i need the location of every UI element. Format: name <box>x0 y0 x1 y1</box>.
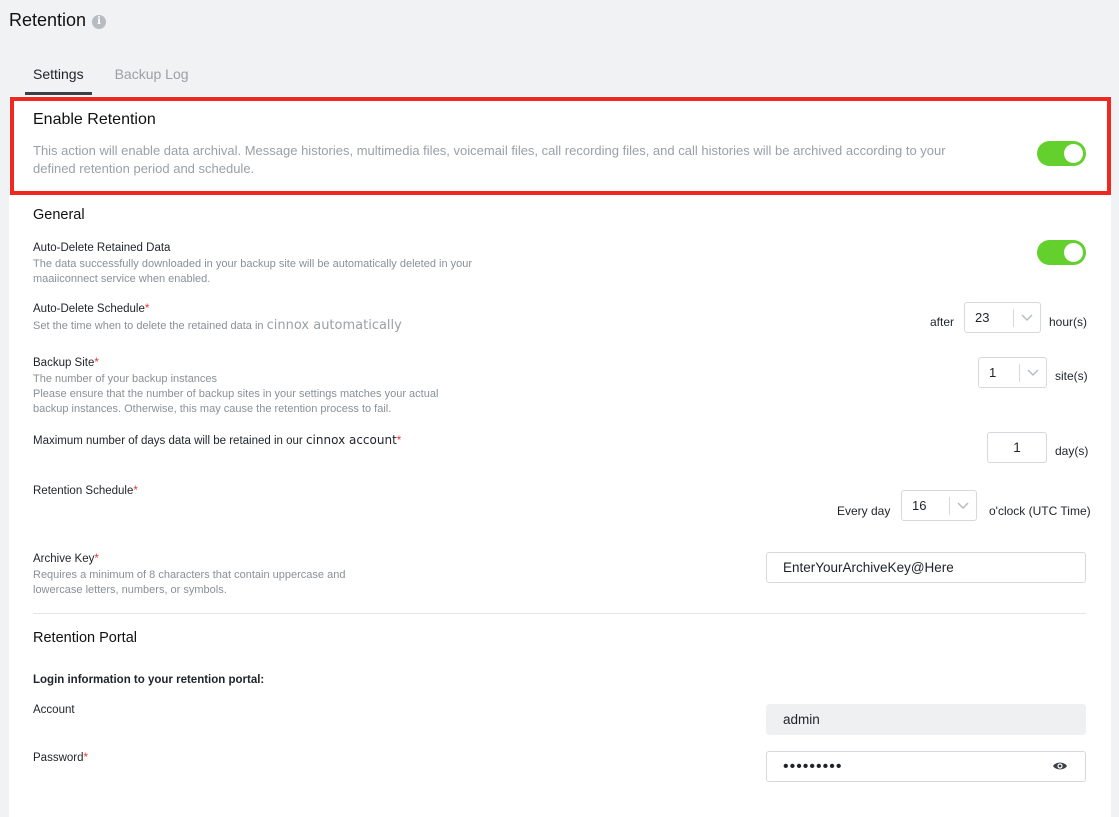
enable-retention-description: This action will enable data archival. M… <box>33 142 1013 178</box>
enable-retention-title: Enable Retention <box>33 111 156 128</box>
retention-schedule-label-text: Retention Schedule <box>33 485 134 497</box>
required-asterisk: * <box>396 435 402 447</box>
tab-bar: Settings Backup Log <box>25 64 212 95</box>
backup-site-desc-line3: backup instances. Otherwise, this may ca… <box>33 403 392 415</box>
section-divider <box>33 613 1086 614</box>
enable-retention-toggle[interactable] <box>1037 141 1086 166</box>
account-label: Account <box>33 704 75 716</box>
retention-schedule-unit: o'clock (UTC Time) <box>989 504 1091 518</box>
max-days-unit: day(s) <box>1055 444 1089 458</box>
portal-login-info: Login information to your retention port… <box>33 674 265 686</box>
chevron-down-icon <box>1014 313 1040 322</box>
required-asterisk: * <box>94 553 99 565</box>
auto-delete-hour-value: 23 <box>975 310 990 325</box>
auto-delete-schedule-label-text: Auto-Delete Schedule <box>33 303 145 315</box>
archive-key-label-text: Archive Key <box>33 553 95 565</box>
retention-hour-value: 16 <box>912 498 927 513</box>
required-asterisk: * <box>83 752 88 764</box>
max-days-label-text: Maximum number of days data will be reta… <box>33 435 303 447</box>
auto-delete-after-label: after <box>930 315 955 329</box>
auto-delete-label: Auto-Delete Retained Data <box>33 242 171 254</box>
archive-key-input[interactable]: EnterYourArchiveKey@Here <box>766 552 1086 583</box>
backup-site-desc-line1: The number of your backup instances <box>33 373 218 385</box>
backup-site-unit: site(s) <box>1055 369 1088 383</box>
auto-delete-schedule-desc-text: Set the time when to delete the retained… <box>33 320 264 332</box>
info-icon[interactable]: i <box>92 14 107 29</box>
page-title-text: Retention <box>9 10 87 30</box>
password-label: Password* <box>33 752 88 764</box>
retention-schedule-prefix: Every day <box>837 504 891 518</box>
auto-delete-hour-unit: hour(s) <box>1049 315 1088 329</box>
password-value: ••••••••• <box>783 757 843 775</box>
required-asterisk: * <box>94 357 99 369</box>
password-input[interactable]: ••••••••• <box>766 751 1086 782</box>
archive-key-label: Archive Key* <box>33 553 99 565</box>
account-input: admin <box>766 704 1086 735</box>
retention-schedule-label: Retention Schedule* <box>33 485 138 497</box>
auto-delete-schedule-label: Auto-Delete Schedule* <box>33 303 149 315</box>
auto-delete-desc-line2: maaiiconnect service when enabled. <box>33 273 211 285</box>
archive-key-desc-line1: Requires a minimum of 8 characters that … <box>33 569 346 581</box>
chevron-down-icon <box>950 501 976 510</box>
required-asterisk: * <box>144 303 150 315</box>
tab-backup-log[interactable]: Backup Log <box>107 64 197 95</box>
auto-delete-desc-line1: The data successfully downloaded in your… <box>33 258 473 270</box>
toggle-knob <box>1064 144 1083 163</box>
auto-delete-hour-select[interactable]: 23 <box>964 302 1041 333</box>
auto-delete-description: The data successfully downloaded in your… <box>33 257 553 287</box>
backup-site-label-text: Backup Site <box>33 357 95 369</box>
backup-site-desc-line2: Please ensure that the number of backup … <box>33 388 439 400</box>
max-days-label-overlay: cinnox account <box>305 433 397 447</box>
archive-key-desc-line2: lowercase letters, numbers, or symbols. <box>33 584 227 596</box>
backup-site-label: Backup Site* <box>33 357 99 369</box>
backup-site-select[interactable]: 1 <box>978 357 1047 388</box>
retention-portal-title: Retention Portal <box>33 630 137 646</box>
max-days-label: Maximum number of days data will be reta… <box>33 433 401 447</box>
general-section-title: General <box>33 207 85 223</box>
auto-delete-schedule-description: Set the time when to delete the retained… <box>33 318 402 334</box>
backup-site-value: 1 <box>989 365 997 380</box>
toggle-knob <box>1064 243 1083 262</box>
chevron-down-icon <box>1020 368 1046 377</box>
enable-retention-desc-line1: This action will enable data archival. M… <box>33 143 946 158</box>
page-title: Retention i <box>9 10 107 31</box>
retention-hour-select[interactable]: 16 <box>901 490 977 521</box>
enable-retention-desc-line2: defined retention period and schedule. <box>33 161 255 176</box>
tab-settings[interactable]: Settings <box>25 64 92 95</box>
eye-icon[interactable] <box>1052 759 1068 773</box>
archive-key-description: Requires a minimum of 8 characters that … <box>33 568 433 598</box>
backup-site-description: The number of your backup instances Plea… <box>33 372 553 417</box>
auto-delete-toggle[interactable] <box>1037 240 1086 265</box>
password-label-text: Password <box>33 752 84 764</box>
max-days-input[interactable]: 1 <box>987 432 1047 463</box>
auto-delete-schedule-desc-overlay: cinnox automatically <box>266 318 402 333</box>
required-asterisk: * <box>133 485 138 497</box>
